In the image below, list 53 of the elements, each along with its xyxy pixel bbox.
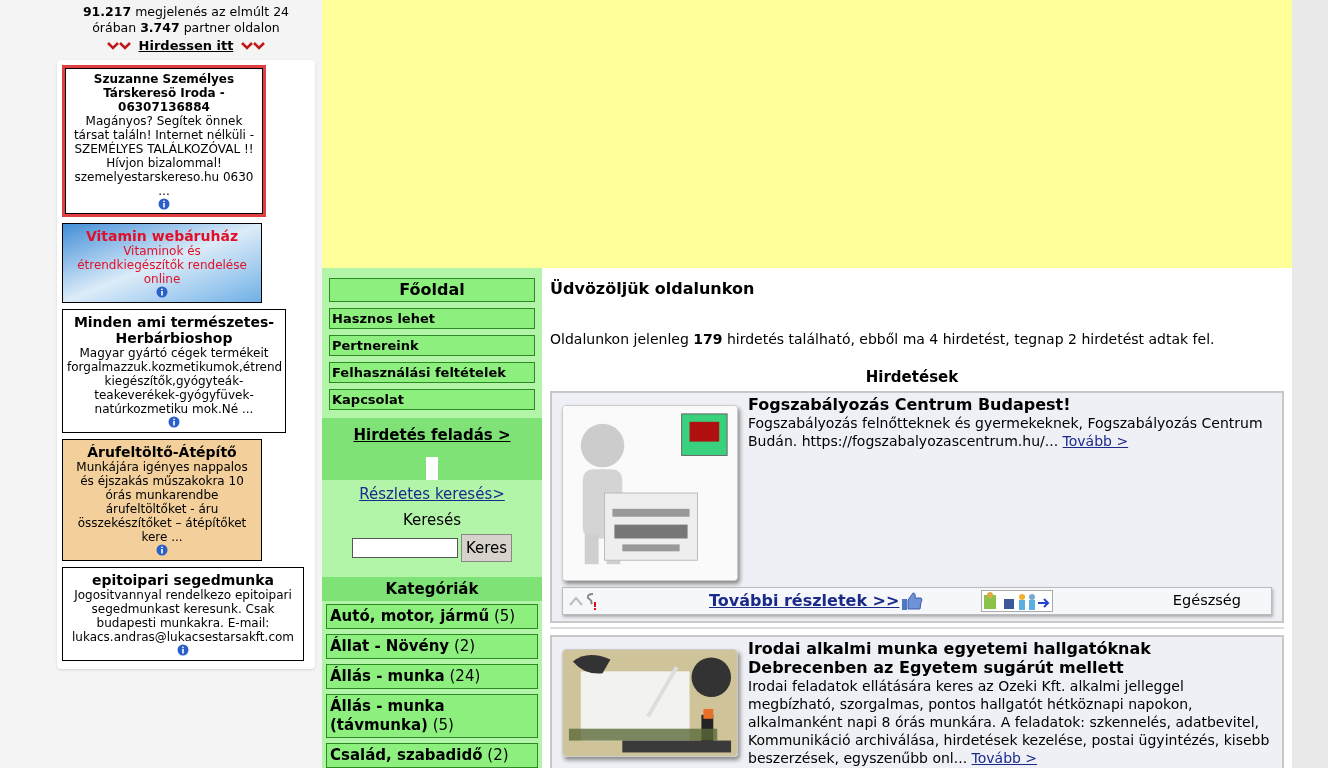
ad-title: Árufeltöltő-Átépítő <box>86 443 238 460</box>
menu-item[interactable]: Hasznos lehet <box>329 308 535 329</box>
menu-item[interactable]: Főoldal <box>329 278 535 302</box>
ad-card[interactable]: Minden ami természetes-Herbárbioshop Magyar gyártó cégek termékeit forgalmazzuk.kozmetikumok,étrend kiegészítők,gyógyteák-teakeverékek-gyógyfüvek-natúrkozmetiku mok.Né ... <box>62 308 286 433</box>
welcome-text: Oldalunkon jelenleg 179 hirdetés található, ebből ma 4 hirdetést, tegnap 2 hirdetést adtak fel. <box>550 330 1216 349</box>
ad-text: Magyar gyártó cégek termékeit forgalmazzuk.kozmetikumok,étrend kiegészítők,gyógyteák-teakeverékek-gyógyfüvek-natúrkozmetiku mok.Né ... <box>67 345 281 416</box>
category-item[interactable]: Állás - munka (24) <box>326 664 538 689</box>
ad-card[interactable]: Vitamin webáruház Vitaminok és étrendkiegészítők rendelése online <box>62 222 262 303</box>
listing-title[interactable]: Fogszabályozás Centrum Budapest! <box>748 394 1272 414</box>
listing-title[interactable]: Irodai alkalmi munka egyetemi hallgatóknak Debrecenben az Egyetem sugárút mellett <box>748 638 1272 677</box>
category-item[interactable]: Család, szabadidő (2) <box>326 743 538 768</box>
info-icon[interactable] <box>156 543 168 556</box>
ad-title: Minden ami természetes-Herbárbioshop <box>72 313 276 346</box>
thumbs-up-icon[interactable] <box>901 590 924 611</box>
details-link[interactable]: További részletek >> <box>709 588 900 613</box>
welcome-heading: Üdvözöljük oldalunkon <box>550 278 756 300</box>
category-label: Egészség <box>1172 590 1241 610</box>
ad-text: Vitaminok és étrendkiegészítők rendelése online <box>76 243 248 286</box>
listing-text: Fogszabályozás felnőtteknek és gyermekeknek, Fogszabályozás Centrum Budán. https://fogszabalyozascentrum.hu/... Tovább > <box>748 413 1264 450</box>
info-icon[interactable] <box>158 197 170 210</box>
category-item[interactable]: Állat - Növény (2) <box>326 634 538 659</box>
more-link[interactable]: Tovább > <box>971 749 1038 766</box>
share-icon[interactable] <box>981 589 1054 612</box>
stats-text: 91.217 megjelenés az elmúlt 24 órában 3.747 partner oldalon <box>81 3 291 36</box>
ad-title: epitoipari segedmunka <box>90 571 276 588</box>
info-icon[interactable] <box>168 415 180 428</box>
info-icon[interactable] <box>177 643 189 656</box>
categories-heading: Kategóriák <box>322 577 542 601</box>
ad-title: Szuzanne Személyes Társkeresö Iroda - 06307136884 <box>92 71 236 114</box>
listings-heading: Hirdetések <box>864 367 960 388</box>
ad-card[interactable]: epitoipari segedmunka Jogositvannyal rendelkezo epitoipari segedmunkast keresunk. Csak budapesti munkakra. E-mail: lukacs.andras@lukacsestarsakft.com <box>62 566 304 661</box>
menu-item[interactable]: Kapcsolat <box>329 389 535 410</box>
ad-slot <box>426 456 438 480</box>
ad-title: Vitamin webáruház <box>84 227 240 244</box>
ad-text: Magányos? Segítek önnek társat találn! Internet nélküli - SZEMÉLYES TALÁLKOZÓVAL !! Hívjon bizalommal! szemelyestarskereso.hu 0630 ... <box>73 113 255 198</box>
more-link[interactable]: Tovább > <box>1062 432 1129 449</box>
menu-item[interactable]: Felhasználási feltételek <box>329 362 535 383</box>
category-item[interactable]: Autó, motor, jármű (5) <box>326 604 538 629</box>
menu-item[interactable]: Pertnereink <box>329 335 535 356</box>
info-icon[interactable] <box>156 285 168 298</box>
category-item[interactable]: Állás - munka (távmunka) (5) <box>326 694 538 738</box>
chevrons-icon <box>106 41 131 50</box>
listing-text: Irodai feladatok ellátására keres az Ozeki Kft. alkalmi jelleggel megbízható, szorgalmas, pontos hallgatót hétköznapi napokon, alkalmanként napi 8 órás munkára. A feladatok: szkennelés, adatbevitel, Kommunikáció archiválása, hirdetések kezelése, postai ügyintézés, kisebb beszerzések, egyszenűbb onl... Tovább > <box>748 676 1271 767</box>
ad-card[interactable]: Árufeltöltő-Átépítő Munkájára igényes nappalos és éjszakás műszakokra 10 órás munkarendbe árufeltöltőket - áru összekészítőket – átépítőket kere ... <box>62 438 262 561</box>
advertise-link[interactable]: Hirdessen itt <box>134 36 238 56</box>
chevrons-icon <box>241 41 266 50</box>
ad-text: Jogositvannyal rendelkezo epitoipari segedmunkast keresunk. Csak budapesti munkakra. E-mail: lukacs.andras@lukacsestarsakft.com <box>70 587 295 644</box>
ad-text: Munkájára igényes nappalos és éjszakás műszakokra 10 órás munkarendbe árufeltöltőket - áru összekészítőket – átépítőket kere ... <box>75 459 249 544</box>
search-field[interactable] <box>351 538 458 558</box>
search-label: Keresés <box>402 509 462 531</box>
ad-card[interactable]: Szuzanne Személyes Társkeresö Iroda - 06307136884 Magányos? Segítek önnek társat találn! Internet nélküli - SZEMÉLYES TALÁLKOZÓVAL !! Hívjon bizalommal! szemelyestarskereso.hu 0630 ... <box>62 64 266 217</box>
detailed-search-link[interactable]: Részletes keresés> <box>359 483 505 506</box>
search-button[interactable]: Keres <box>460 534 513 562</box>
